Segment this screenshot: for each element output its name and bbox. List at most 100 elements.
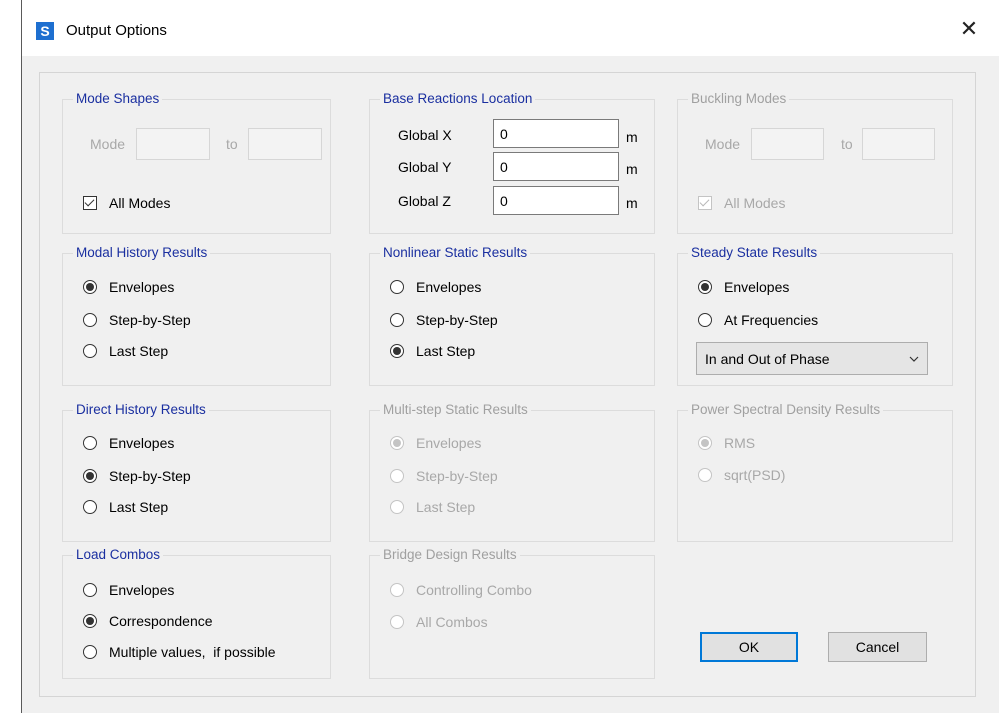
- multistep-static-option: Envelopes: [390, 433, 481, 453]
- modal-history-option[interactable]: Last Step: [83, 341, 168, 361]
- option-label: All Combos: [416, 614, 488, 630]
- direct-history-option[interactable]: Envelopes: [83, 433, 174, 453]
- buckling-modes-group: Buckling Modes Mode to All Modes: [677, 91, 953, 234]
- option-label: Step-by-Step: [416, 468, 498, 484]
- multistep-static-title: Multi-step Static Results: [380, 402, 531, 418]
- global-y-unit: m: [626, 161, 638, 177]
- multistep-static-option: Last Step: [390, 497, 475, 517]
- load-combos-group: Load Combos Envelopes Correspondence Mul…: [62, 547, 331, 679]
- psd-title: Power Spectral Density Results: [688, 402, 884, 418]
- global-x-unit: m: [626, 129, 638, 145]
- radio-button: [83, 645, 97, 659]
- bridge-design-option: Controlling Combo: [390, 580, 532, 600]
- dialog-title: Output Options: [66, 22, 167, 39]
- option-label: Last Step: [109, 343, 169, 359]
- mode-shapes-group: Mode Shapes Mode to All Modes: [62, 91, 331, 234]
- direct-history-group: Direct History Results Envelopes Step-by…: [62, 402, 331, 542]
- global-y-label: Global Y: [398, 159, 452, 175]
- option-label: Last Step: [416, 499, 476, 515]
- radio-button: [83, 583, 97, 597]
- steady-state-option[interactable]: Envelopes: [698, 277, 789, 297]
- load-combos-option[interactable]: Multiple values, if possible: [83, 642, 276, 662]
- nonlinear-static-title: Nonlinear Static Results: [380, 245, 531, 261]
- option-label: Controlling Combo: [416, 582, 532, 598]
- psd-option: sqrt(PSD): [698, 465, 785, 485]
- bridge-design-option: All Combos: [390, 612, 488, 632]
- global-z-label: Global Z: [398, 193, 451, 209]
- chevron-down-icon: [909, 356, 919, 362]
- psd-group: Power Spectral Density Results RMS sqrt(…: [677, 402, 953, 542]
- radio-button: [698, 436, 712, 450]
- global-x-input[interactable]: [493, 119, 619, 148]
- radio-button: [83, 313, 97, 327]
- buckling-all-modes-label: All Modes: [724, 195, 786, 211]
- global-z-input[interactable]: [493, 186, 619, 215]
- mode-shapes-from-input: [136, 128, 210, 160]
- modal-history-title: Modal History Results: [73, 245, 211, 261]
- nonlinear-static-option[interactable]: Envelopes: [390, 277, 481, 297]
- multistep-static-group: Multi-step Static Results Envelopes Step…: [369, 402, 655, 542]
- radio-button: [83, 344, 97, 358]
- radio-button: [390, 313, 404, 327]
- output-options-dialog: S Output Options ✕ Mode Shapes Mode to A…: [22, 0, 999, 713]
- option-label: Last Step: [109, 499, 169, 515]
- option-label: Last Step: [416, 343, 476, 359]
- option-label: Envelopes: [416, 435, 482, 451]
- mode-shapes-to-input: [248, 128, 322, 160]
- option-label: Step-by-Step: [109, 312, 191, 328]
- modal-history-option[interactable]: Step-by-Step: [83, 310, 191, 330]
- radio-button: [390, 469, 404, 483]
- modal-history-option[interactable]: Envelopes: [83, 277, 174, 297]
- phase-select[interactable]: In and Out of Phase: [696, 342, 928, 375]
- direct-history-option[interactable]: Step-by-Step: [83, 466, 191, 486]
- buckling-mode-label: Mode: [705, 136, 741, 152]
- steady-state-option[interactable]: At Frequencies: [698, 310, 818, 330]
- buckling-from-input: [751, 128, 824, 160]
- radio-button: [698, 468, 712, 482]
- radio-button: [390, 344, 404, 358]
- nonlinear-static-group: Nonlinear Static Results Envelopes Step-…: [369, 245, 655, 386]
- load-combos-option[interactable]: Envelopes: [83, 580, 174, 600]
- radio-button: [390, 500, 404, 514]
- option-label: Envelopes: [416, 279, 482, 295]
- mode-shapes-to-label: to: [226, 136, 238, 152]
- buckling-modes-title: Buckling Modes: [688, 91, 790, 107]
- steady-state-title: Steady State Results: [688, 245, 821, 261]
- load-combos-title: Load Combos: [73, 547, 164, 563]
- ok-button[interactable]: OK: [700, 632, 798, 662]
- psd-option: RMS: [698, 433, 755, 453]
- radio-button: [83, 436, 97, 450]
- nonlinear-static-option[interactable]: Last Step: [390, 341, 475, 361]
- option-label: Envelopes: [109, 279, 175, 295]
- buckling-to-input: [862, 128, 935, 160]
- close-icon[interactable]: ✕: [954, 14, 984, 44]
- buckling-to-label: to: [841, 136, 853, 152]
- radio-button: [83, 469, 97, 483]
- radio-button: [390, 280, 404, 294]
- all-modes-label: All Modes: [109, 195, 171, 211]
- global-y-input[interactable]: [493, 152, 619, 181]
- checkbox-box: [698, 196, 712, 210]
- cancel-button[interactable]: Cancel: [828, 632, 927, 662]
- radio-button: [390, 615, 404, 629]
- option-label: RMS: [724, 435, 756, 451]
- mode-shapes-all-modes-checkbox[interactable]: All Modes: [83, 193, 170, 213]
- radio-button: [83, 614, 97, 628]
- radio-button: [698, 280, 712, 294]
- direct-history-option[interactable]: Last Step: [83, 497, 168, 517]
- direct-history-title: Direct History Results: [73, 402, 209, 418]
- load-combos-option[interactable]: Correspondence: [83, 611, 213, 631]
- nonlinear-static-option[interactable]: Step-by-Step: [390, 310, 498, 330]
- base-reactions-title: Base Reactions Location: [380, 91, 536, 107]
- checkbox-box: [83, 196, 97, 210]
- radio-button: [390, 436, 404, 450]
- option-label: Step-by-Step: [416, 312, 498, 328]
- bridge-design-group: Bridge Design Results Controlling Combo …: [369, 547, 655, 679]
- steady-state-group: Steady State Results Envelopes At Freque…: [677, 245, 953, 386]
- bridge-design-title: Bridge Design Results: [380, 547, 520, 563]
- buckling-all-modes-checkbox: All Modes: [698, 193, 785, 213]
- global-z-unit: m: [626, 195, 638, 211]
- base-reactions-group: Base Reactions Location Global X m Globa…: [369, 91, 655, 234]
- title-bar: S Output Options ✕: [22, 0, 999, 56]
- option-label: Step-by-Step: [109, 468, 191, 484]
